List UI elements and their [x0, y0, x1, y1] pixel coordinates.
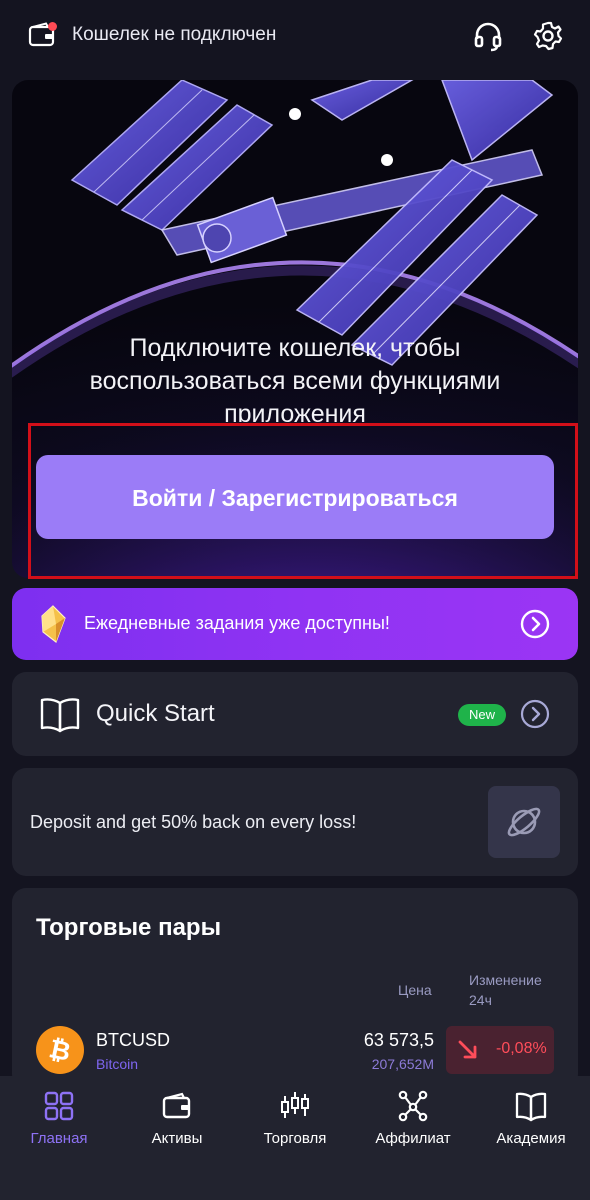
wallet-icon	[162, 1092, 191, 1119]
svg-text:₿: ₿	[47, 1033, 74, 1067]
chevron-right-icon[interactable]	[520, 699, 550, 729]
quick-start-title: Quick Start	[96, 700, 215, 727]
nav-label-assets: Активы	[151, 1130, 203, 1147]
new-badge: New	[458, 704, 506, 726]
price-column-header: Цена	[398, 982, 432, 998]
nav-item-assets[interactable]: Активы	[118, 1076, 236, 1200]
nav-label-affiliate: Аффилиат	[375, 1130, 451, 1147]
bottom-navigation: Главная Активы Торговля Аффилиат Академи…	[0, 1076, 590, 1200]
top-bar: Кошелек не подключен	[0, 0, 590, 72]
pair-change: -0,08%	[496, 1040, 547, 1057]
daily-tasks-banner[interactable]: Ежедневные задания уже доступны!	[12, 588, 578, 660]
nav-label-academy: Академия	[496, 1130, 566, 1147]
bitcoin-icon: ₿	[36, 1026, 84, 1074]
change-column-header-period: 24ч	[469, 992, 492, 1008]
trading-pairs-title: Торговые пары	[36, 914, 222, 941]
arrow-down-right-icon	[458, 1040, 477, 1059]
headset-icon[interactable]	[472, 20, 504, 52]
hero-message: Подключите кошелек, чтобы воспользоватьс…	[89, 334, 501, 422]
wallet-status-dot	[48, 22, 57, 31]
change-column-header: Изменение	[469, 972, 542, 988]
network-icon	[398, 1090, 428, 1122]
pair-volume: 207,652M	[371, 1056, 434, 1072]
pair-price: 63 573,5	[363, 1030, 434, 1050]
pair-symbol: BTCUSD	[96, 1030, 171, 1050]
grid-icon	[44, 1091, 74, 1121]
promo-image	[488, 786, 560, 858]
daily-tasks-text: Ежедневные задания уже доступны!	[84, 613, 390, 633]
hero-banner: Подключите кошелек, чтобы воспользоватьс…	[12, 80, 578, 578]
promo-text: Deposit and get 50% back on every loss!	[30, 812, 357, 832]
trading-pairs-card: Торговые пары Цена Изменение 24ч ₿ BTCUS…	[12, 888, 578, 1088]
change-badge: -0,08%	[446, 1026, 554, 1074]
wallet-status-text[interactable]: Кошелек не подключен	[72, 24, 276, 46]
nav-item-home[interactable]: Главная	[0, 1076, 118, 1200]
quick-start-card[interactable]: Quick Start New	[12, 672, 578, 756]
crystal-icon	[41, 605, 66, 643]
nav-item-academy[interactable]: Академия	[472, 1076, 590, 1200]
promo-card[interactable]: Deposit and get 50% back on every loss!	[12, 768, 578, 876]
nav-label-trade: Торговля	[263, 1130, 327, 1147]
chevron-right-icon[interactable]	[520, 609, 550, 639]
pair-name: Bitcoin	[96, 1056, 139, 1072]
book-icon	[515, 1092, 547, 1122]
nav-item-trade[interactable]: Торговля	[236, 1076, 354, 1200]
candles-icon	[281, 1092, 309, 1118]
book-icon	[40, 698, 80, 733]
gear-icon[interactable]	[532, 20, 564, 52]
nav-label-home: Главная	[30, 1130, 88, 1147]
nav-item-affiliate[interactable]: Аффилиат	[354, 1076, 472, 1200]
login-register-button[interactable]: Войти / Зарегистрироваться	[36, 455, 554, 539]
planet-icon	[507, 807, 541, 837]
